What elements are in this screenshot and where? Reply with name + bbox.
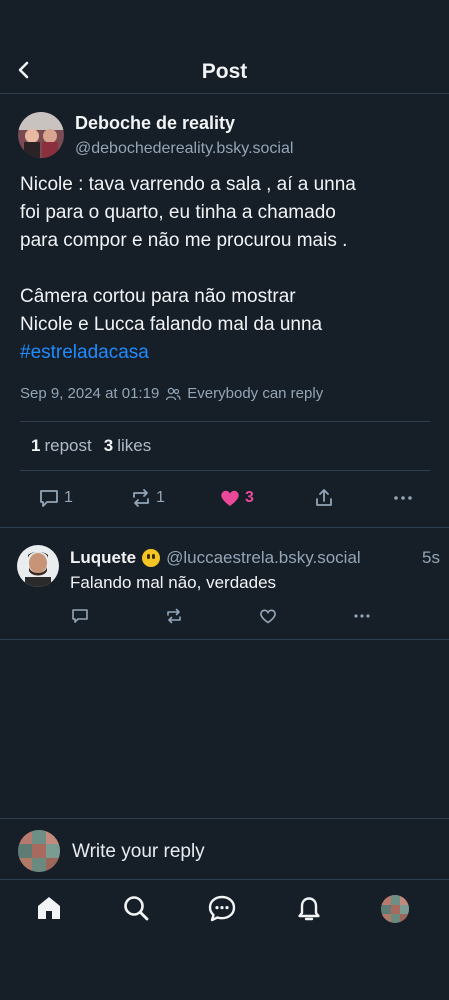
likes-stat[interactable]: 3 likes bbox=[104, 436, 151, 456]
post-meta: Sep 9, 2024 at 01:19 Everybody can reply bbox=[20, 385, 323, 402]
more-icon[interactable] bbox=[392, 487, 414, 509]
profile-avatar-tab[interactable] bbox=[381, 895, 409, 923]
like-button[interactable]: 3 bbox=[219, 487, 254, 509]
avatar bbox=[18, 830, 60, 872]
page-title: Post bbox=[201, 60, 248, 83]
smiley-emoji-icon bbox=[142, 549, 161, 567]
avatar[interactable] bbox=[17, 545, 59, 587]
post-text: Nicole : tava varrendo a sala , aí a unn… bbox=[20, 171, 430, 367]
reply-setting[interactable]: Everybody can reply bbox=[187, 385, 323, 402]
post-text-line: Nicole : tava varrendo a sala , aí a unn… bbox=[20, 174, 356, 195]
timestamp: Sep 9, 2024 at 01:19 bbox=[20, 385, 160, 402]
post-stats: 1 repost 3 likes bbox=[20, 421, 430, 471]
author-name[interactable]: Deboche de reality bbox=[75, 113, 235, 134]
home-icon[interactable] bbox=[34, 893, 64, 923]
share-icon[interactable] bbox=[313, 487, 335, 509]
bell-icon[interactable] bbox=[294, 893, 324, 923]
comment-icon bbox=[40, 490, 58, 507]
reply-input[interactable]: Write your reply bbox=[72, 841, 205, 863]
comment-icon[interactable] bbox=[70, 606, 90, 626]
reply-header: Luquete @luccaestrela.bsky.social bbox=[70, 548, 361, 568]
post-text-line: foi para o quarto, eu tinha a chamado bbox=[20, 202, 336, 223]
bottom-tab-bar bbox=[0, 881, 449, 941]
repost-icon[interactable] bbox=[164, 606, 184, 626]
post-text-line: para compor e não me procurou mais . bbox=[20, 230, 348, 251]
author-handle[interactable]: @debochedereality.bsky.social bbox=[75, 140, 293, 158]
reply-author-handle[interactable]: @luccaestrela.bsky.social bbox=[166, 548, 361, 568]
repost-stat[interactable]: 1 repost bbox=[31, 436, 92, 456]
heart-icon[interactable] bbox=[258, 606, 278, 626]
reply-composer[interactable]: Write your reply bbox=[0, 818, 449, 880]
reply-post[interactable]: Luquete @luccaestrela.bsky.social 5s Fal… bbox=[0, 528, 449, 640]
reply-text: Falando mal não, verdades bbox=[70, 573, 277, 592]
search-icon[interactable] bbox=[121, 893, 151, 923]
chat-icon[interactable] bbox=[207, 893, 237, 923]
avatar[interactable] bbox=[18, 112, 64, 158]
post-text-line: Nicole e Lucca falando mal da unna bbox=[20, 314, 323, 335]
people-icon bbox=[166, 387, 181, 400]
reply-button[interactable]: 1 bbox=[38, 487, 73, 509]
post-text-line: Câmera cortou para não mostrar bbox=[20, 286, 296, 307]
repost-button[interactable]: 1 bbox=[130, 487, 165, 509]
post-actions: 1 1 3 bbox=[0, 483, 449, 515]
heart-icon bbox=[221, 490, 239, 506]
header: Post bbox=[0, 48, 449, 94]
repost-icon bbox=[133, 489, 149, 507]
more-icon[interactable] bbox=[352, 606, 372, 626]
reply-time: 5s bbox=[422, 548, 440, 567]
hashtag-link[interactable]: #estreladacasa bbox=[20, 339, 430, 367]
reply-author-name[interactable]: Luquete bbox=[70, 548, 136, 568]
